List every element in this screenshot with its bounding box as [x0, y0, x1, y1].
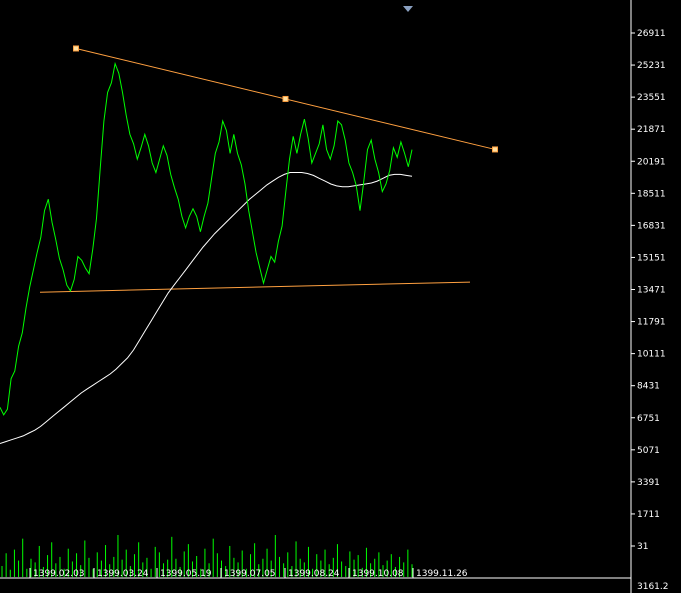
price-axis-label: 31 [637, 542, 648, 552]
date-axis-label: 1399.07.05 [224, 569, 276, 579]
price-axis-label: 1711 [637, 510, 660, 520]
date-axis-label: 1399.03.24 [97, 569, 149, 579]
price-axis-label: 15151 [637, 253, 666, 263]
price-axis-label: 13471 [637, 286, 666, 296]
price-axis-label: 10111 [637, 350, 666, 360]
price-axis-label: 6751 [637, 414, 660, 424]
price-axis-label: 20191 [637, 157, 666, 167]
price-axis-label: 8431 [637, 382, 660, 392]
volume-axis-label: 3161.2 [637, 582, 669, 592]
price-axis-label: 18511 [637, 189, 666, 199]
price-axis-label: 23551 [637, 93, 666, 103]
trendline-handle-icon[interactable] [492, 146, 498, 153]
price-axis-label: 26911 [637, 29, 666, 39]
chart-background [0, 0, 681, 593]
date-axis-label: 1399.11.26 [416, 569, 468, 579]
price-axis-label: 25231 [637, 61, 666, 71]
trendline-handle-icon[interactable] [73, 45, 79, 52]
price-axis-label: 5071 [637, 446, 660, 456]
price-chart[interactable]: 26911 25231 23551 21871 20191 18511 16831 15151… [0, 0, 681, 593]
price-axis-label: 3391 [637, 478, 660, 488]
trendline-handle-icon[interactable] [282, 95, 289, 102]
date-axis-label: 1399.10.08 [352, 569, 404, 579]
date-axis-label: 1399.05.19 [160, 569, 212, 579]
date-axis-label: 1399.08.24 [288, 569, 340, 579]
price-axis-label: 11791 [637, 318, 666, 328]
price-axis-label: 16831 [637, 221, 666, 231]
price-axis-label: 21871 [637, 125, 666, 135]
date-axis-label: 1399.02.03 [33, 569, 85, 579]
